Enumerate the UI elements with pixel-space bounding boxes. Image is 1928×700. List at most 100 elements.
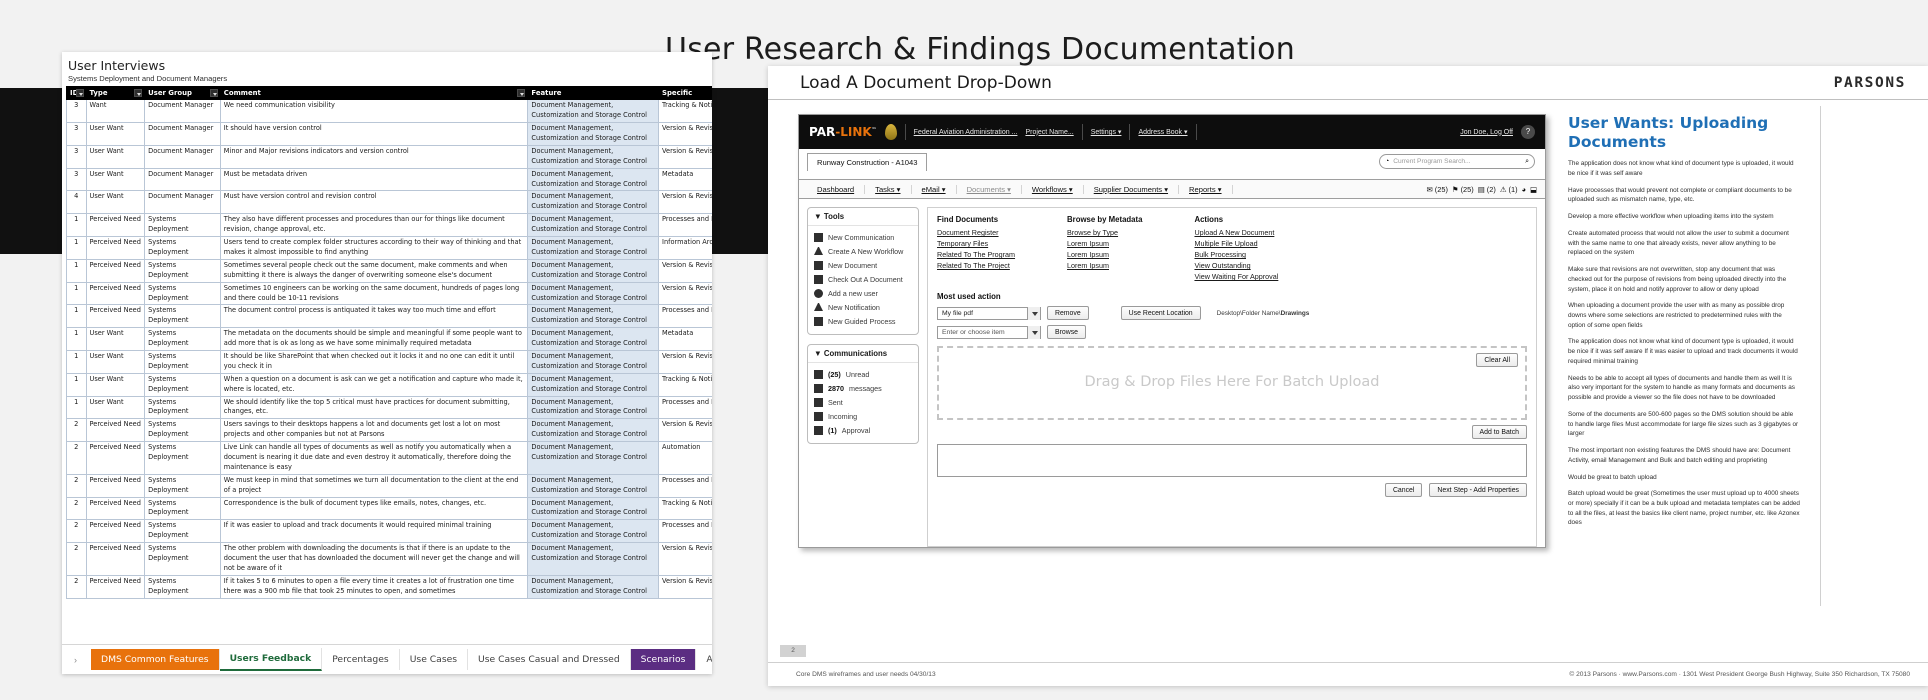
file-select[interactable]: My file pdf <box>937 306 1041 320</box>
sheet-tab[interactable]: Approach <box>696 649 712 670</box>
table-row[interactable]: 2 Perceived Need Systems Deployment The oth… <box>66 542 712 576</box>
tools-item[interactable]: New Guided Process <box>814 314 912 328</box>
sheet-tab[interactable]: Percentages <box>322 649 400 670</box>
search-icon[interactable]: ⌕ <box>1525 158 1529 166</box>
table-row[interactable]: 4 User Want Document Manager Must have vers… <box>66 190 712 215</box>
item-select[interactable]: Enter or choose item <box>937 325 1041 339</box>
find-documents-link[interactable]: Related To The Project <box>937 260 1015 271</box>
nav-supplier-documents[interactable]: Supplier Documents ▾ <box>1084 184 1180 194</box>
browse-metadata-link[interactable]: Browse by Type <box>1067 227 1142 238</box>
communications-item[interactable]: Incoming <box>814 409 912 423</box>
alert-counter[interactable]: ⚠ (1) <box>1500 185 1518 194</box>
document-counter[interactable]: ▤ (2) <box>1478 185 1496 194</box>
nav-reports[interactable]: Reports ▾ <box>1179 184 1233 194</box>
nav-tasks[interactable]: Tasks ▾ <box>865 184 912 194</box>
top-link-address-book[interactable]: Address Book ▾ <box>1138 128 1187 136</box>
action-link[interactable]: View Outstanding <box>1194 260 1278 271</box>
table-row[interactable]: 3 Want Document Manager We need communicati… <box>66 99 712 124</box>
filter-icon[interactable] <box>75 89 84 97</box>
col-user-group[interactable]: User Group <box>144 85 221 101</box>
batch-list-box[interactable] <box>937 444 1527 477</box>
action-link[interactable]: View Waiting For Approval <box>1194 271 1278 282</box>
find-documents-link[interactable]: Temporary Files <box>937 238 1015 249</box>
nav-workflows[interactable]: Workflows ▾ <box>1022 184 1084 194</box>
col-id[interactable]: ID <box>66 85 87 101</box>
find-documents-link[interactable]: Document Register <box>937 227 1015 238</box>
col-feature[interactable]: Feature <box>527 85 660 101</box>
table-row[interactable]: 1 User Want Systems Deployment We should id… <box>66 395 712 420</box>
search-input[interactable]: ◔ Current Program Search... ⌕ <box>1379 154 1535 169</box>
communications-item[interactable]: (1) Approval <box>814 423 912 437</box>
table-row[interactable]: 3 User Want Document Manager It should have… <box>66 122 712 146</box>
table-row[interactable]: 2 Perceived Need Systems Deployment If it t… <box>66 574 712 599</box>
table-row[interactable]: 2 Perceived Need Systems Deployment Live Li… <box>66 441 712 475</box>
top-link-settings[interactable]: Settings ▾ <box>1091 128 1122 136</box>
tab-scroll-right-icon[interactable]: › <box>68 655 91 665</box>
tools-item[interactable]: Create A New Workflow <box>814 244 912 258</box>
action-link[interactable]: Upload A New Document <box>1194 227 1278 238</box>
clock-icon[interactable]: ◕ <box>1522 185 1526 194</box>
table-row[interactable]: 1 Perceived Need Systems Deployment The doc… <box>66 304 712 329</box>
table-row[interactable]: 3 User Want Document Manager Must be metada… <box>66 167 712 192</box>
drop-zone[interactable]: Clear All Drag & Drop Files Here For Bat… <box>937 346 1527 420</box>
chevron-down-icon[interactable] <box>1027 325 1040 339</box>
table-row[interactable]: 1 User Want Systems Deployment The metadata… <box>66 327 712 351</box>
top-link-project[interactable]: Project Name... <box>1025 129 1073 136</box>
nav-documents[interactable]: Documents ▾ <box>957 184 1022 194</box>
col-comment[interactable]: Comment <box>219 85 529 101</box>
sheet-tab[interactable]: Users Feedback <box>219 648 323 671</box>
table-row[interactable]: 2 Perceived Need Systems Deployment We must… <box>66 473 712 498</box>
user-logoff-link[interactable]: Jon Doe, Log Off <box>1460 129 1513 136</box>
action-link[interactable]: Multiple File Upload <box>1194 238 1278 249</box>
table-row[interactable]: 2 Perceived Need Systems Deployment Corresp… <box>66 496 712 521</box>
add-to-batch-button[interactable]: Add to Batch <box>1471 425 1527 439</box>
tools-item[interactable]: New Notification <box>814 300 912 314</box>
sheet-tab[interactable]: DMS Common Features <box>91 649 220 670</box>
col-specific[interactable]: Specific <box>658 85 712 101</box>
nav-dashboard[interactable]: Dashboard <box>807 184 866 194</box>
browse-metadata-link[interactable]: Lorem Ipsum <box>1067 238 1142 249</box>
help-icon[interactable]: ? <box>1521 125 1535 139</box>
communications-panel-title[interactable]: ▼ Communications <box>808 345 918 363</box>
workflow-counter[interactable]: ⚑ (25) <box>1452 185 1474 194</box>
sheet-tab[interactable]: Use Cases <box>400 649 469 670</box>
cancel-button[interactable]: Cancel <box>1384 483 1423 497</box>
communications-item[interactable]: 2870 messages <box>814 381 912 395</box>
filter-icon[interactable] <box>517 89 526 97</box>
col-type[interactable]: Type <box>85 85 146 101</box>
tools-panel-title[interactable]: ▼ Tools <box>808 208 918 226</box>
tools-item[interactable]: New Document <box>814 258 912 272</box>
clear-all-button[interactable]: Clear All <box>1476 353 1518 367</box>
communications-item[interactable]: Sent <box>814 395 912 409</box>
tools-item[interactable]: New Communication <box>814 230 912 244</box>
next-step-button[interactable]: Next Step - Add Properties <box>1429 483 1527 497</box>
table-row[interactable]: 1 User Want Systems Deployment It should be… <box>66 349 712 374</box>
browse-metadata-link[interactable]: Lorem Ipsum <box>1067 249 1142 260</box>
top-link-program[interactable]: Federal Aviation Administration ... <box>914 129 1018 136</box>
tools-item[interactable]: Check Out A Document <box>814 272 912 286</box>
table-row[interactable]: 2 Perceived Need Systems Deployment If it w… <box>66 519 712 544</box>
chevron-down-icon[interactable] <box>1027 306 1040 320</box>
communications-item[interactable]: (25) Unread <box>814 367 912 381</box>
tools-item[interactable]: Add a new user <box>814 286 912 300</box>
use-recent-location-button[interactable]: Use Recent Location <box>1120 306 1201 320</box>
filter-icon[interactable] <box>209 89 218 97</box>
browse-button[interactable]: Browse <box>1047 325 1086 339</box>
browse-metadata-link[interactable]: Lorem Ipsum <box>1067 260 1142 271</box>
filter-icon[interactable] <box>134 89 143 97</box>
sheet-tab[interactable]: Scenarios <box>630 649 697 670</box>
table-row[interactable]: 1 Perceived Need Systems Deployment Users t… <box>66 236 712 260</box>
project-tab[interactable]: Runway Construction - A1043 <box>807 153 928 171</box>
table-row[interactable]: 1 Perceived Need Systems Deployment Sometim… <box>66 258 712 283</box>
table-row[interactable]: 1 User Want Systems Deployment When a quest… <box>66 372 712 397</box>
table-row[interactable]: 1 Perceived Need Systems Deployment They al… <box>66 213 712 238</box>
remove-button[interactable]: Remove <box>1047 306 1089 320</box>
sheet-tab[interactable]: Use Cases Casual and Dressed <box>468 649 631 670</box>
action-link[interactable]: Bulk Processing <box>1194 249 1278 260</box>
nav-email[interactable]: eMail ▾ <box>912 184 957 194</box>
download-icon[interactable]: ⬓ <box>1530 185 1537 194</box>
table-row[interactable]: 2 Perceived Need Systems Deployment Users s… <box>66 418 712 443</box>
find-documents-link[interactable]: Related To The Program <box>937 249 1015 260</box>
table-row[interactable]: 3 User Want Document Manager Minor and Majo… <box>66 144 712 169</box>
table-row[interactable]: 1 Perceived Need Systems Deployment Sometim… <box>66 281 712 306</box>
